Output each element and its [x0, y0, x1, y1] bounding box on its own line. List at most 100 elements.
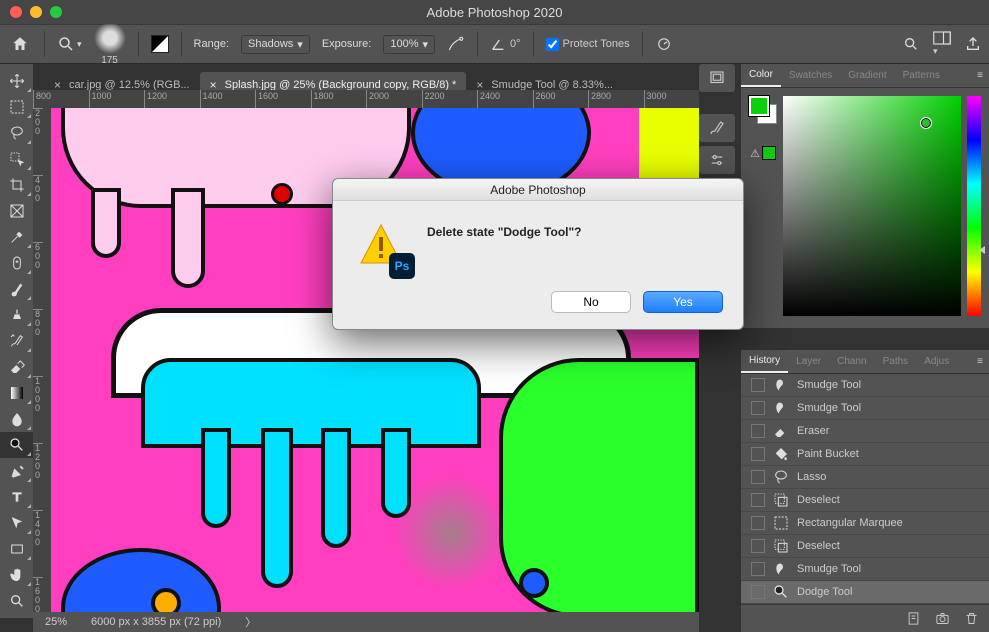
smudge-icon: [773, 561, 789, 577]
home-button[interactable]: [8, 32, 32, 56]
ruler-vertical[interactable]: 2 0 04 0 06 0 08 0 01 0 0 01 2 0 01 4 0 …: [33, 108, 51, 612]
airbrush-toggle[interactable]: [447, 35, 465, 53]
document-info[interactable]: 6000 px x 3855 px (72 ppi): [91, 616, 221, 628]
gamut-warning-icon[interactable]: ⚠: [750, 146, 776, 160]
marquee-tool[interactable]: [0, 94, 33, 120]
brush-thumb-icon: [94, 22, 126, 54]
history-state[interactable]: Deselect: [741, 489, 989, 512]
history-visibility-toggle[interactable]: [751, 447, 765, 461]
history-visibility-toggle[interactable]: [751, 493, 765, 507]
history-state[interactable]: Rectangular Marquee: [741, 512, 989, 535]
history-state[interactable]: Lasso: [741, 466, 989, 489]
history-visibility-toggle[interactable]: [751, 378, 765, 392]
deselect-icon: [773, 538, 789, 554]
history-state[interactable]: Smudge Tool: [741, 374, 989, 397]
panel-tab-history[interactable]: History: [741, 350, 788, 373]
no-button[interactable]: No: [551, 291, 631, 313]
confirm-dialog: Adobe Photoshop Ps Delete state "Dodge T…: [332, 178, 744, 330]
brush-angle[interactable]: 0°: [490, 36, 521, 52]
hand-tool[interactable]: [0, 562, 33, 588]
ruler-horizontal[interactable]: 8001000120014001600180020002200240026002…: [33, 90, 699, 108]
minimize-window[interactable]: [30, 6, 42, 18]
history-panel: History Layer Chann Paths Adjus ≡ Smudge…: [741, 350, 989, 632]
history-state-label: Smudge Tool: [797, 402, 861, 414]
history-state[interactable]: Smudge Tool: [741, 558, 989, 581]
status-caret[interactable]: 〉: [245, 614, 256, 630]
frame-tool[interactable]: [0, 198, 33, 224]
adjustments-panel-icon[interactable]: [699, 146, 735, 174]
brush-tool[interactable]: [0, 276, 33, 302]
panel-tab-paths[interactable]: Paths: [875, 350, 917, 373]
clone-stamp-tool[interactable]: [0, 302, 33, 328]
panel-tab-gradient[interactable]: Gradient: [840, 64, 894, 87]
lasso-tool[interactable]: [0, 120, 33, 146]
history-state[interactable]: Paint Bucket: [741, 443, 989, 466]
history-state[interactable]: Smudge Tool: [741, 397, 989, 420]
history-state[interactable]: Deselect: [741, 535, 989, 558]
dodge-icon: [773, 584, 789, 600]
create-document-icon[interactable]: [906, 611, 921, 626]
color-panel: Color Swatches Gradient Patterns ≡ ⚠: [741, 64, 989, 328]
move-tool[interactable]: [0, 68, 33, 94]
search-icon[interactable]: [903, 36, 919, 52]
saturation-value-picker[interactable]: [783, 96, 961, 316]
history-state-label: Dodge Tool: [797, 586, 852, 598]
yes-button[interactable]: Yes: [643, 291, 723, 313]
fg-bg-swatch[interactable]: [749, 96, 777, 124]
titlebar: Adobe Photoshop 2020: [0, 0, 989, 24]
range-select[interactable]: Shadows▾: [241, 35, 310, 54]
blur-tool[interactable]: [0, 406, 33, 432]
history-visibility-toggle[interactable]: [751, 470, 765, 484]
panel-tab-swatches[interactable]: Swatches: [781, 64, 840, 87]
brush-panel-toggle[interactable]: [151, 35, 169, 53]
dodge-tool[interactable]: [0, 432, 33, 458]
panel-menu-icon[interactable]: ≡: [971, 70, 989, 81]
history-state-label: Paint Bucket: [797, 448, 859, 460]
options-bar: ▾ 175 Range: Shadows▾ Exposure: 100%▾ 0°…: [0, 24, 989, 64]
workspace-switcher[interactable]: ▾: [933, 31, 951, 57]
exposure-label: Exposure:: [322, 38, 372, 50]
brush-size-value: 175: [101, 56, 118, 66]
pen-tool[interactable]: [0, 458, 33, 484]
crop-tool[interactable]: [0, 172, 33, 198]
learn-panel-icon[interactable]: [699, 64, 735, 92]
panel-menu-icon[interactable]: ≡: [971, 356, 989, 367]
brushes-panel-icon[interactable]: [699, 114, 735, 142]
camera-icon[interactable]: [935, 611, 950, 626]
pressure-toggle[interactable]: [655, 35, 673, 53]
rectangle-tool[interactable]: [0, 536, 33, 562]
protect-tones-checkbox[interactable]: Protect Tones: [546, 38, 630, 51]
delete-icon[interactable]: [964, 611, 979, 626]
smudge-icon: [773, 400, 789, 416]
history-visibility-toggle[interactable]: [751, 516, 765, 530]
eraser-tool[interactable]: [0, 354, 33, 380]
tool-preset-picker[interactable]: ▾: [57, 35, 82, 53]
exposure-select[interactable]: 100%▾: [383, 35, 435, 54]
hue-slider[interactable]: [967, 96, 981, 316]
history-visibility-toggle[interactable]: [751, 585, 765, 599]
history-state[interactable]: Eraser: [741, 420, 989, 443]
gradient-tool[interactable]: [0, 380, 33, 406]
path-selection-tool[interactable]: [0, 510, 33, 536]
quick-selection-tool[interactable]: [0, 146, 33, 172]
history-visibility-toggle[interactable]: [751, 424, 765, 438]
healing-brush-tool[interactable]: [0, 250, 33, 276]
eyedropper-tool[interactable]: [0, 224, 33, 250]
zoom-level[interactable]: 25%: [45, 616, 67, 628]
brush-preset-picker[interactable]: 175: [94, 22, 126, 66]
share-icon[interactable]: [965, 36, 981, 52]
type-tool[interactable]: [0, 484, 33, 510]
panel-tab-layers[interactable]: Layer: [788, 350, 829, 373]
panel-tab-patterns[interactable]: Patterns: [895, 64, 948, 87]
close-window[interactable]: [10, 6, 22, 18]
history-visibility-toggle[interactable]: [751, 401, 765, 415]
panel-tab-channels[interactable]: Chann: [829, 350, 874, 373]
history-visibility-toggle[interactable]: [751, 562, 765, 576]
maximize-window[interactable]: [50, 6, 62, 18]
history-state[interactable]: Dodge Tool: [741, 581, 989, 604]
zoom-tool[interactable]: [0, 588, 33, 614]
history-visibility-toggle[interactable]: [751, 539, 765, 553]
panel-tab-color[interactable]: Color: [741, 64, 781, 87]
panel-tab-adjustments[interactable]: Adjus: [916, 350, 957, 373]
history-brush-tool[interactable]: [0, 328, 33, 354]
